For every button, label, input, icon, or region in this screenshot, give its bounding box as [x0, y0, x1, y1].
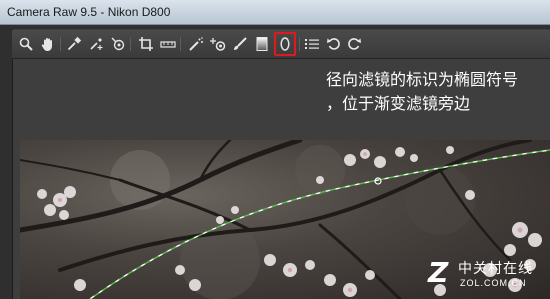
spot-removal-tool-button[interactable] [186, 34, 206, 54]
zoom-tool-button[interactable] [16, 34, 36, 54]
ellipse-icon [280, 37, 290, 51]
color-sampler-tool-button[interactable] [86, 34, 106, 54]
list-icon [305, 39, 319, 49]
crop-icon [139, 37, 153, 51]
graduated-filter-tool-button[interactable] [252, 34, 272, 54]
white-balance-tool-button[interactable] [64, 34, 84, 54]
magnifier-icon [19, 37, 33, 51]
rotate-cw-icon [348, 38, 361, 50]
rotate-right-button[interactable] [344, 34, 364, 54]
window-title: Camera Raw 9.5 - Nikon D800 [7, 5, 171, 19]
eyedropper-plus-icon [90, 38, 103, 50]
hand-icon [41, 38, 52, 51]
watermark-url: ZOL.COM.CN [460, 278, 527, 288]
rotate-ccw-icon [327, 38, 340, 50]
gradient-rect-icon [256, 37, 268, 51]
toolbar-separator [180, 37, 181, 51]
brush-icon [234, 37, 247, 50]
annotation-caption: 径向滤镜的标识为椭圆符号 ，位于渐变滤镜旁边 [326, 68, 548, 116]
red-eye-tool-button[interactable] [208, 34, 228, 54]
target-icon [111, 37, 125, 51]
caption-line-1: 径向滤镜的标识为椭圆符号 [326, 70, 519, 89]
brush-spot-icon [189, 37, 203, 51]
watermark-text: 中关村在线 [458, 261, 533, 277]
eye-plus-icon [210, 38, 226, 51]
level-icon [160, 41, 176, 48]
preferences-button[interactable] [302, 34, 322, 54]
hand-tool-button[interactable] [38, 34, 58, 54]
zol-watermark: Z 中关村在线 ZOL.COM.CN [428, 256, 546, 296]
toolbar-separator [60, 37, 61, 51]
adjustment-brush-tool-button[interactable] [230, 34, 250, 54]
window-titlebar: Camera Raw 9.5 - Nikon D800 [0, 0, 550, 25]
toolbar-separator [299, 37, 300, 51]
crop-tool-button[interactable] [136, 34, 156, 54]
targeted-adjustment-tool-button[interactable] [108, 34, 128, 54]
zol-logo-icon: Z [428, 256, 449, 289]
radial-filter-tool-button[interactable] [274, 32, 296, 56]
toolbar [12, 30, 550, 59]
eyedropper-icon [67, 36, 82, 51]
toolbar-separator [130, 37, 131, 51]
caption-line-2: ，位于渐变滤镜旁边 [326, 94, 471, 113]
straighten-tool-button[interactable] [158, 34, 178, 54]
rotate-left-button[interactable] [324, 34, 344, 54]
